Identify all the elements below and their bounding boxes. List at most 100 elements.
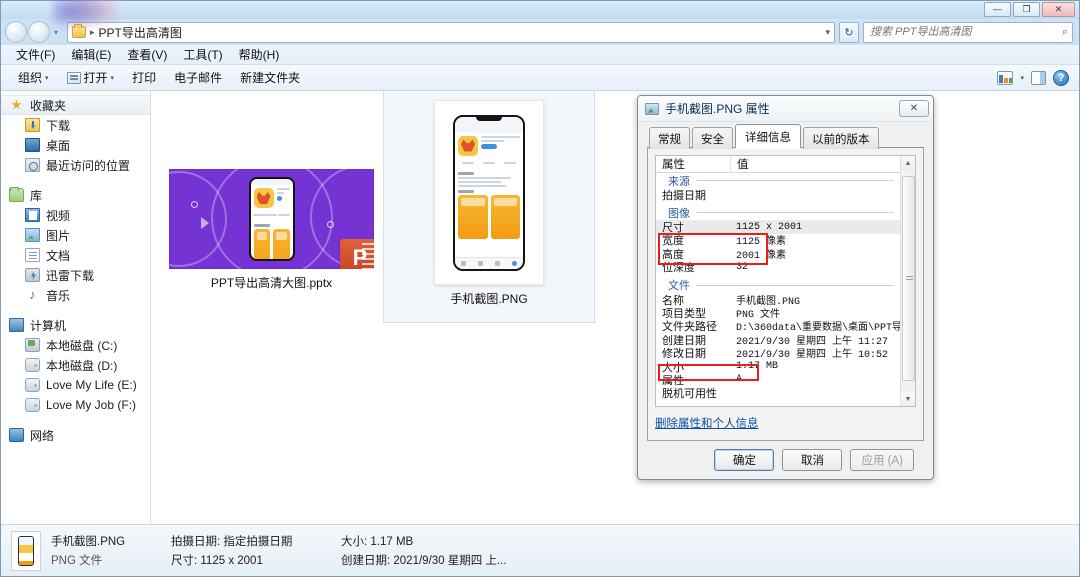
property-row-offline-availability[interactable]: 脱机可用性 (656, 387, 900, 400)
sidebar-item-favorites[interactable]: ★ 收藏夹 (1, 95, 150, 115)
menu-bar: 文件(F) 编辑(E) 查看(V) 工具(T) 帮助(H) (1, 45, 1079, 65)
sidebar-item-pictures[interactable]: 图片 (1, 225, 150, 245)
sidebar-item-computer[interactable]: 计算机 (1, 315, 150, 335)
sidebar-divider (1, 415, 150, 425)
property-value: 2021/9/30 星期四 上午 10:52 (736, 350, 889, 362)
dialog-titlebar[interactable]: 手机截图.PNG 属性 ✕ (638, 96, 933, 122)
sidebar-item-documents[interactable]: 文档 (1, 245, 150, 265)
file-item-pptx[interactable]: P PPT导出高清大图.pptx (169, 169, 374, 291)
documents-icon (25, 248, 40, 262)
ok-button[interactable]: 确定 (714, 449, 775, 471)
minimize-button[interactable]: — (984, 2, 1011, 17)
search-input[interactable] (868, 25, 1062, 39)
menu-item-edit[interactable]: 编辑(E) (64, 44, 118, 65)
decor-dot (191, 201, 198, 208)
tab-previous-versions[interactable]: 以前的版本 (803, 127, 879, 149)
scrollbar-thumb[interactable] (901, 176, 915, 381)
column-header-value[interactable]: 值 (730, 156, 900, 172)
address-bar[interactable]: ▸ PPT导出高清图 ▾ (67, 21, 835, 43)
scrollbar-track[interactable] (901, 170, 916, 392)
toolbar-right-group: ▾ ? (997, 69, 1071, 86)
properties-scrollbar[interactable]: ▲ ▼ (900, 156, 915, 406)
file-list-pane[interactable]: P PPT导出高清大图.pptx 手机截图.PNG (151, 91, 1079, 524)
recent-pages-caret-icon[interactable]: ▾ (51, 28, 61, 37)
maximize-button[interactable]: ❐ (1013, 2, 1040, 17)
file-item-png[interactable]: 手机截图.PNG (383, 91, 595, 323)
decor-triangle (201, 217, 209, 229)
remove-properties-link[interactable]: 删除属性和个人信息 (655, 415, 916, 431)
open-button[interactable]: 打开 ▾ (58, 67, 124, 88)
sidebar-item-downloads[interactable]: 下载 (1, 115, 150, 135)
drive-icon (25, 398, 40, 412)
sidebar-item-drive-e[interactable]: Love My Life (E:) (1, 375, 150, 395)
phone-mockup (248, 177, 295, 261)
organize-button[interactable]: 组织 ▾ (9, 67, 58, 88)
details-status-bar: 手机截图.PNG PNG 文件 拍摄日期: 指定拍摄日期 尺寸: 1125 x … (1, 524, 1079, 576)
command-toolbar: 组织 ▾ 打开 ▾ 打印 电子邮件 新建文件夹 ▾ ? (1, 65, 1079, 91)
file-name-label: 手机截图.PNG (450, 292, 528, 306)
section-rule (696, 212, 894, 214)
menu-item-help[interactable]: 帮助(H) (232, 44, 287, 65)
column-header-property[interactable]: 属性 (656, 156, 730, 172)
sidebar-label: 下载 (46, 118, 71, 133)
refresh-button[interactable]: ↻ (839, 21, 859, 43)
music-icon: ♪ (29, 287, 36, 302)
property-value: 2001 像素 (736, 250, 787, 262)
phone-tabbar (455, 256, 523, 269)
property-value: 1.17 MB (736, 361, 779, 373)
sidebar-label: 本地磁盘 (C:) (46, 338, 118, 353)
recent-places-icon (25, 158, 40, 172)
phone-notch (476, 116, 502, 121)
window-titlebar[interactable]: — ❐ ✕ (1, 0, 1079, 27)
breadcrumb-arrow-icon[interactable]: ▸ (90, 27, 95, 38)
sidebar-item-network[interactable]: 网络 (1, 425, 150, 445)
open-label: 打开 (83, 71, 108, 85)
menu-item-file[interactable]: 文件(F) (9, 44, 62, 65)
sidebar-label: 音乐 (46, 288, 71, 303)
sidebar-item-videos[interactable]: 视频 (1, 205, 150, 225)
sidebar-item-drive-c[interactable]: 本地磁盘 (C:) (1, 335, 150, 355)
back-button[interactable] (5, 21, 27, 43)
close-button[interactable]: ✕ (1042, 2, 1075, 17)
search-icon[interactable]: ⌕ (1062, 26, 1068, 39)
scroll-up-icon[interactable]: ▲ (900, 156, 915, 170)
dialog-tabs: 常规 安全 详细信息 以前的版本 (647, 124, 924, 149)
property-row-bit-depth[interactable]: 位深度 32 (656, 261, 900, 275)
apply-button[interactable]: 应用 (A) (850, 449, 914, 471)
search-box[interactable]: ⌕ (863, 21, 1073, 43)
forward-button[interactable] (28, 21, 50, 43)
sidebar-item-thunder-download[interactable]: 迅雷下载 (1, 265, 150, 285)
sidebar-item-recent-places[interactable]: 最近访问的位置 (1, 155, 150, 175)
dialog-close-button[interactable]: ✕ (899, 100, 929, 117)
preview-pane-icon[interactable] (1031, 70, 1046, 85)
new-folder-button[interactable]: 新建文件夹 (231, 67, 309, 88)
help-icon[interactable]: ? (1053, 69, 1069, 86)
tab-details[interactable]: 详细信息 (735, 124, 801, 148)
status-columns: 手机截图.PNG PNG 文件 拍摄日期: 指定拍摄日期 尺寸: 1125 x … (51, 533, 601, 568)
sidebar-item-libraries[interactable]: 库 (1, 185, 150, 205)
sidebar-item-drive-f[interactable]: Love My Job (F:) (1, 395, 150, 415)
print-button[interactable]: 打印 (123, 67, 165, 88)
properties-list[interactable]: 属性 值 来源 拍摄日期 图像 尺寸 1125 x 2001 宽度 1125 像… (655, 155, 916, 407)
breadcrumb-current-folder[interactable]: PPT导出高清图 (99, 24, 182, 41)
menu-item-view[interactable]: 查看(V) (120, 44, 174, 65)
computer-icon (9, 318, 24, 332)
tab-general[interactable]: 常规 (649, 127, 690, 149)
sidebar-label: 图片 (46, 228, 71, 243)
email-button[interactable]: 电子邮件 (165, 67, 231, 88)
menu-item-tools[interactable]: 工具(T) (176, 44, 229, 65)
tab-security[interactable]: 安全 (692, 127, 733, 149)
sidebar-item-drive-d[interactable]: 本地磁盘 (D:) (1, 355, 150, 375)
cancel-button[interactable]: 取消 (782, 449, 843, 471)
chevron-down-icon[interactable]: ▾ (1020, 74, 1024, 82)
sidebar-item-music[interactable]: ♪ 音乐 (1, 285, 150, 305)
change-view-icon[interactable] (997, 70, 1014, 85)
property-key: 位深度 (662, 262, 695, 275)
property-row-taken-date[interactable]: 拍摄日期 (656, 188, 900, 202)
scroll-down-icon[interactable]: ▼ (900, 392, 915, 406)
chevron-down-icon: ▾ (45, 74, 49, 82)
sidebar-item-desktop[interactable]: 桌面 (1, 135, 150, 155)
pictures-icon (25, 228, 40, 242)
sidebar-divider (1, 305, 150, 315)
address-dropdown-icon[interactable]: ▾ (819, 27, 830, 38)
